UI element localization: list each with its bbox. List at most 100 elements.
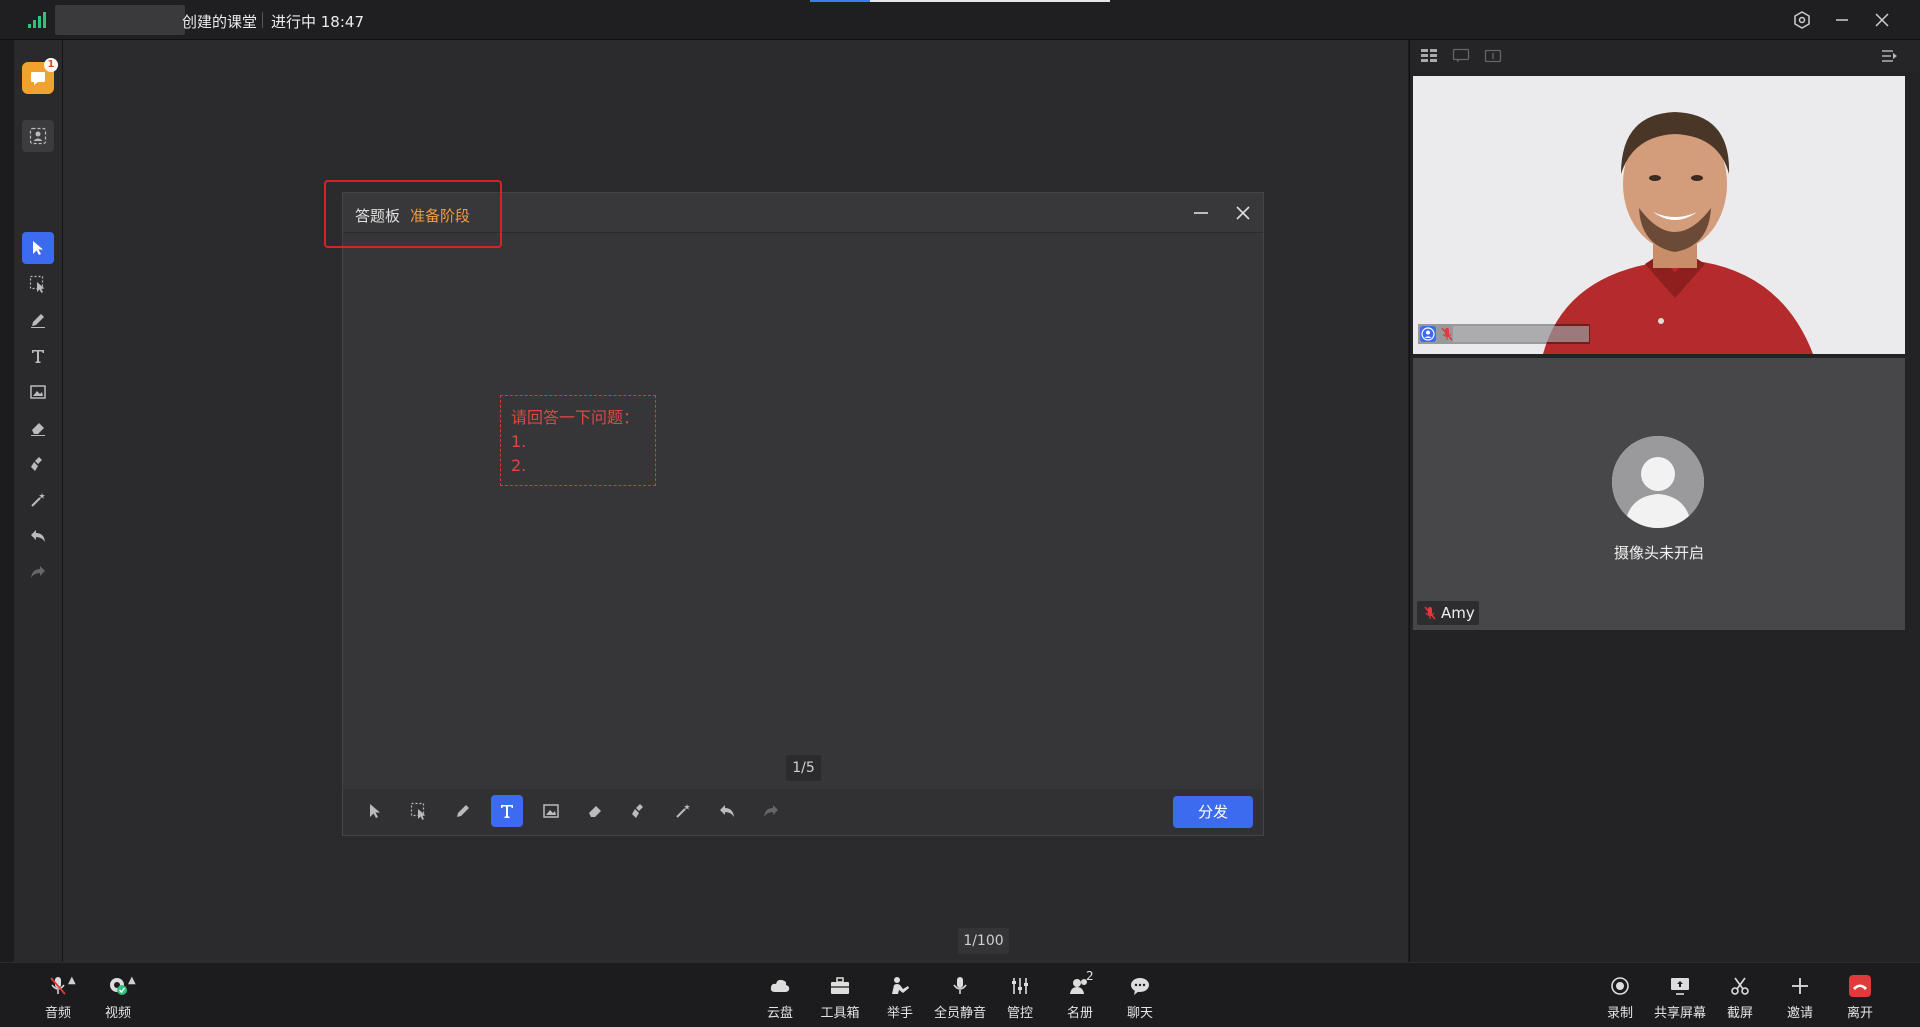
collapse-panel-icon[interactable]: [1880, 48, 1898, 64]
board-page-indicator: 1/5: [786, 755, 821, 781]
screenshot-label: 截屏: [1726, 1006, 1753, 1021]
page-indicator: 1/100: [958, 928, 1009, 954]
highlight-annotation: [324, 180, 502, 248]
board-pen-tool[interactable]: [447, 795, 479, 827]
pen-icon: [457, 805, 469, 817]
eraser-tool[interactable]: [22, 412, 54, 444]
user-frame-icon: [29, 127, 47, 145]
question-line: 请回答一下问题：: [511, 408, 640, 427]
divider: [262, 12, 263, 28]
text-icon: [32, 350, 44, 363]
profile-button[interactable]: [22, 120, 54, 152]
participant-photo: [1413, 76, 1905, 354]
title-bar: 创建的课堂 进行中 18:47: [0, 0, 1920, 40]
leave-label: 离开: [1846, 1006, 1873, 1021]
image-icon: [543, 804, 559, 818]
cloud-label: 云盘: [766, 1006, 793, 1021]
laser-icon: [676, 804, 690, 818]
redo-icon: [764, 805, 778, 817]
close-icon[interactable]: [1231, 201, 1255, 225]
image-tool[interactable]: [22, 376, 54, 408]
video-panel: 摄像头未开启 Amy: [1409, 40, 1920, 962]
board-laser-tool[interactable]: [667, 795, 699, 827]
select-icon: [29, 275, 45, 293]
eraser-icon: [31, 423, 45, 436]
board-redo-tool[interactable]: [755, 795, 787, 827]
participant-name-tag: Amy: [1417, 601, 1479, 625]
redo-tool[interactable]: [22, 556, 54, 588]
participant-video-2[interactable]: 摄像头未开启 Amy: [1413, 358, 1905, 630]
text-tool[interactable]: [22, 340, 54, 372]
question-textbox[interactable]: 请回答一下问题： 1. 2.: [500, 395, 656, 486]
mute-all-label: 全员静音: [933, 1006, 986, 1021]
notice-button[interactable]: 1: [22, 58, 58, 94]
chat-layout-icon[interactable]: [1452, 48, 1470, 64]
clear-tool[interactable]: [22, 448, 54, 480]
undo-tool[interactable]: [22, 520, 54, 552]
clear-icon: [632, 804, 643, 818]
left-toolbar: 1: [14, 40, 62, 962]
redo-icon: [31, 566, 45, 578]
board-eraser-tool[interactable]: [579, 795, 611, 827]
toolbox-button[interactable]: 工具箱: [810, 971, 870, 1023]
classroom-title: 创建的课堂: [182, 13, 258, 31]
control-label: 管控: [1006, 1006, 1033, 1021]
pointer-tool[interactable]: [22, 232, 54, 264]
video-button[interactable]: 视频: [88, 971, 148, 1023]
select-tool[interactable]: [22, 268, 54, 300]
close-icon[interactable]: [1870, 8, 1894, 32]
plus-icon: [1792, 978, 1808, 994]
board-image-tool[interactable]: [535, 795, 567, 827]
minimize-icon[interactable]: [1189, 201, 1213, 225]
invite-button[interactable]: 邀请: [1770, 971, 1830, 1023]
pen-tool[interactable]: [22, 304, 54, 336]
speaker-layout-icon[interactable]: [1484, 48, 1502, 64]
participant-name: Amy: [1441, 604, 1475, 622]
record-button[interactable]: 录制: [1590, 971, 1650, 1023]
toolbox-label: 工具箱: [820, 1006, 860, 1021]
chat-bubble-icon: [31, 72, 45, 85]
record-icon: [1611, 977, 1629, 995]
class-status: 进行中 18:47: [271, 13, 364, 31]
cloud-drive-button[interactable]: 云盘: [750, 971, 810, 1023]
participant-video-1[interactable]: [1413, 76, 1905, 354]
select-icon: [410, 802, 426, 820]
video-label: 视频: [104, 1006, 131, 1021]
invite-label: 邀请: [1786, 1006, 1813, 1021]
roster-label: 名册: [1066, 1006, 1093, 1021]
laser-tool[interactable]: [22, 484, 54, 516]
mute-all-icon: [953, 977, 967, 994]
raise-hand-button[interactable]: 举手: [870, 971, 930, 1023]
board-clear-tool[interactable]: [623, 795, 655, 827]
board-text-tool[interactable]: [491, 795, 523, 827]
video-menu-caret-icon[interactable]: ▲: [128, 975, 136, 986]
grid-layout-icon[interactable]: [1420, 48, 1438, 64]
audio-menu-caret-icon[interactable]: ▲: [68, 975, 76, 986]
mic-muted-icon: [1424, 606, 1436, 620]
redacted-name: [1453, 326, 1589, 342]
distribute-button[interactable]: 分发: [1173, 796, 1253, 828]
notice-badge: 1: [44, 58, 58, 72]
board-undo-tool[interactable]: [711, 795, 743, 827]
mute-all-button[interactable]: 全员静音: [930, 971, 990, 1023]
clear-icon: [31, 457, 42, 471]
roster-button[interactable]: 2 名册: [1050, 969, 1110, 1023]
chat-button[interactable]: 聊天: [1110, 971, 1170, 1023]
leave-button[interactable]: 离开: [1830, 971, 1890, 1023]
eraser-icon: [589, 806, 601, 817]
audio-label: 音频: [44, 1006, 71, 1021]
share-screen-button[interactable]: 共享屏幕: [1650, 971, 1710, 1023]
screenshot-button[interactable]: 截屏: [1710, 971, 1770, 1023]
raise-hand-icon: [892, 977, 909, 994]
audio-button[interactable]: 音频: [28, 971, 88, 1023]
board-pointer-tool[interactable]: [359, 795, 391, 827]
avatar: [1612, 436, 1704, 528]
control-button[interactable]: 管控: [990, 971, 1050, 1023]
board-toolbar: 分发: [343, 789, 1263, 835]
board-select-tool[interactable]: [403, 795, 435, 827]
minimize-icon[interactable]: [1830, 8, 1854, 32]
record-label: 录制: [1606, 1006, 1633, 1021]
settings-icon[interactable]: [1790, 8, 1814, 32]
camera-off-text: 摄像头未开启: [1613, 544, 1704, 562]
cloud-icon: [770, 979, 790, 992]
